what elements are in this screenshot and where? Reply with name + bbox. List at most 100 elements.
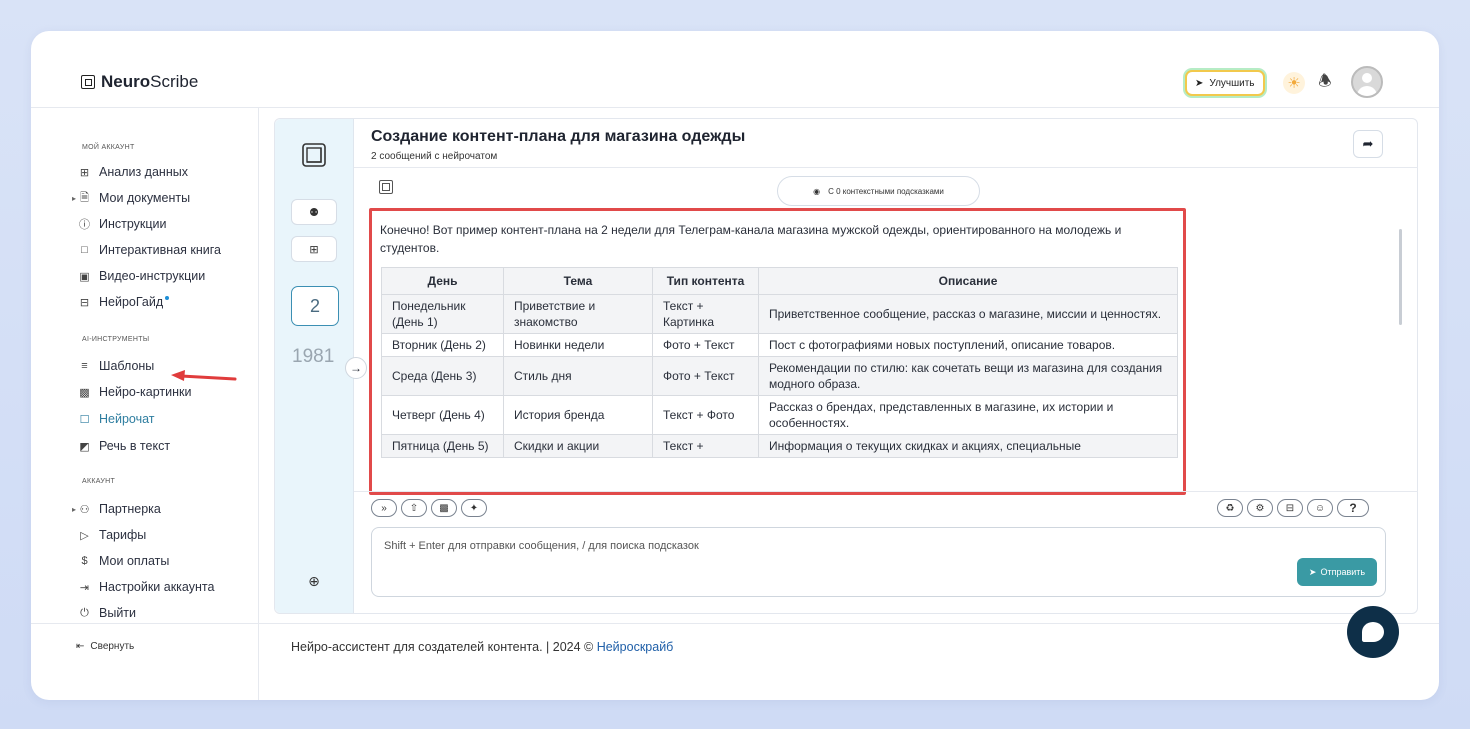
help-icon: ⓘ bbox=[79, 219, 90, 231]
send-label: Отправить bbox=[1320, 567, 1366, 577]
expand-arrow-icon[interactable]: → bbox=[345, 357, 367, 379]
message-scrollbar[interactable] bbox=[1399, 229, 1402, 325]
table-cell: Среда (День 3) bbox=[381, 356, 504, 396]
sidebar-item-label: Тарифы bbox=[99, 528, 147, 542]
footer: Нейро-ассистент для создателей контента.… bbox=[291, 640, 673, 654]
video-icon: ▣ bbox=[79, 270, 90, 283]
sidebar-item-label: Речь в текст bbox=[99, 439, 171, 453]
sidebar-item-my-payments[interactable]: $ Мои оплаты bbox=[78, 552, 169, 570]
column-header: День bbox=[381, 267, 504, 295]
support-chat-button[interactable] bbox=[1347, 606, 1399, 658]
robot-icon[interactable]: ☺ bbox=[1307, 499, 1333, 517]
sidebar-item-video-instructions[interactable]: ▣ Видео-инструкции bbox=[78, 267, 205, 285]
collapse-icon: ⇤ bbox=[76, 641, 85, 652]
user-avatar[interactable] bbox=[1351, 66, 1383, 98]
column-header: Тема bbox=[503, 267, 653, 295]
sidebar-item-neuro-images[interactable]: ▩ Нейро-картинки bbox=[78, 383, 191, 401]
settings-gear-icon[interactable]: ⚙ bbox=[1247, 499, 1273, 517]
table-cell: Пятница (День 5) bbox=[381, 434, 504, 458]
table-cell: Фото + Текст bbox=[652, 356, 759, 396]
send-button[interactable]: ➤ Отправить bbox=[1297, 558, 1377, 586]
image-icon: ▩ bbox=[79, 386, 90, 399]
sidebar-item-data-analysis[interactable]: ⊞ Анализ данных bbox=[78, 163, 188, 181]
sidebar-item-logout[interactable]: ⏻ Выйти bbox=[78, 604, 136, 622]
dollar-icon: $ bbox=[81, 555, 88, 567]
save-icon[interactable]: ⊟ bbox=[1277, 499, 1303, 517]
send-plane-icon: ➤ bbox=[1308, 566, 1317, 577]
image-upload-icon[interactable]: ▩ bbox=[431, 499, 457, 517]
share-button[interactable]: ➦ bbox=[1353, 130, 1383, 158]
app-logo[interactable]: NeuroScribe bbox=[81, 72, 198, 92]
message-input[interactable]: Shift + Enter для отправки сообщения, / … bbox=[371, 527, 1386, 597]
hints-icon: ◉ bbox=[813, 186, 821, 196]
upgrade-label: Улучшить bbox=[1209, 77, 1255, 89]
caret-right-icon: ▸ bbox=[72, 504, 77, 514]
top-bar: NeuroScribe ➤ Улучшить ☀ 🕭 bbox=[31, 31, 1439, 108]
grid-icon: ⊞ bbox=[79, 166, 90, 179]
magic-wand-icon[interactable]: ✦ bbox=[461, 499, 487, 517]
table-cell: Вторник (День 2) bbox=[381, 333, 504, 357]
sidebar-item-label: Нейро-картинки bbox=[99, 385, 192, 399]
users-button[interactable]: ⚉ bbox=[291, 199, 337, 225]
sidebar-item-label: Анализ данных bbox=[99, 165, 188, 179]
collapse-sidebar-button[interactable]: ⇤ Свернуть bbox=[76, 641, 134, 652]
power-icon: ⏻ bbox=[80, 606, 89, 619]
sidebar-item-partners[interactable]: ▸ ⚇ Партнерка bbox=[72, 500, 161, 518]
sidebar-item-label: Нейрочат bbox=[99, 412, 155, 426]
table-header-row: День Тема Тип контента Описание bbox=[381, 267, 1178, 295]
context-hints-pill[interactable]: ◉ С 0 контекстными подсказками bbox=[777, 176, 980, 206]
new-badge-dot bbox=[165, 296, 170, 300]
sidebar-item-speech-to-text[interactable]: ◩ Речь в текст bbox=[78, 437, 170, 455]
section-title-account: АККАУНТ bbox=[82, 478, 116, 485]
sidebar-item-label: Интерактивная книга bbox=[99, 243, 221, 257]
table-row: Пятница (День 5) Скидки и акции Текст + … bbox=[381, 434, 1178, 458]
table-cell: Пост с фотографиями новых поступлений, о… bbox=[758, 333, 1178, 357]
sidebar-item-label: Настройки аккаунта bbox=[99, 580, 215, 594]
document-icon: 🗎 bbox=[80, 191, 89, 204]
table-cell: История бренда bbox=[503, 395, 653, 435]
annotation-arrow bbox=[171, 370, 237, 381]
collapse-down-icon[interactable]: » bbox=[371, 499, 397, 517]
sidebar-item-neurochat[interactable]: ☐ Нейрочат bbox=[78, 410, 155, 428]
help-button[interactable]: ? bbox=[1337, 499, 1369, 517]
left-toolbar: » ⇧ ▩ ✦ bbox=[371, 499, 487, 517]
message-intro: Конечно! Вот пример контент-плана на 2 н… bbox=[380, 223, 1122, 255]
sidebar-item-tariffs[interactable]: ▷ Тарифы bbox=[78, 526, 146, 544]
table-cell: Информация о текущих скидках и акциях, с… bbox=[758, 434, 1178, 458]
plugin-icon[interactable]: ♻ bbox=[1217, 499, 1243, 517]
grid-button[interactable]: ⊞ bbox=[291, 236, 337, 262]
table-cell: Скидки и акции bbox=[503, 434, 653, 458]
users-icon: ⚇ bbox=[79, 503, 90, 516]
theme-toggle-sun-icon[interactable]: ☀ bbox=[1283, 72, 1305, 94]
table-row: Понедельник (День 1) Приветствие и знако… bbox=[381, 294, 1178, 334]
section-title-my-account: МОЙ АККАУНТ bbox=[82, 144, 135, 151]
table-cell: Приветствие и знакомство bbox=[503, 294, 653, 334]
table-row: Вторник (День 2) Новинки недели Фото + Т… bbox=[381, 333, 1178, 357]
sidebar-item-instructions[interactable]: ⓘ Инструкции bbox=[78, 215, 167, 233]
chat-left-column: ⚉ ⊞ 2 1981 → ⊕ bbox=[275, 119, 367, 613]
message-count: 2 bbox=[291, 286, 339, 326]
sidebar-item-label: Видео-инструкции bbox=[99, 269, 206, 283]
app-window: NeuroScribe ➤ Улучшить ☀ 🕭 МОЙ АККАУНТ ⊞… bbox=[31, 31, 1439, 700]
sidebar-item-label: НейроГайд bbox=[99, 295, 164, 309]
notifications-bell-icon[interactable]: 🕭 bbox=[1314, 72, 1336, 94]
table-cell: Новинки недели bbox=[503, 333, 653, 357]
content-plan-table: День Тема Тип контента Описание Понедель… bbox=[381, 267, 1178, 458]
sidebar-item-account-settings[interactable]: ⇥ Настройки аккаунта bbox=[78, 578, 215, 596]
upload-file-icon[interactable]: ⇧ bbox=[401, 499, 427, 517]
sidebar-item-templates[interactable]: ≡ Шаблоны bbox=[78, 357, 154, 375]
sidebar-item-label: Мои оплаты bbox=[99, 554, 170, 568]
table-cell: Четверг (День 4) bbox=[381, 395, 504, 435]
sidebar-item-interactive-book[interactable]: □ Интерактивная книга bbox=[78, 241, 221, 259]
tools-divider bbox=[354, 491, 1418, 492]
upgrade-button[interactable]: ➤ Улучшить bbox=[1185, 70, 1265, 96]
footer-link[interactable]: Нейроскрайб bbox=[597, 640, 674, 654]
sidebar-item-neuroguide[interactable]: ⊟ НейроГайд bbox=[78, 293, 170, 311]
sidebar: МОЙ АККАУНТ ⊞ Анализ данных ▸ 🗎 Мои докумен… bbox=[31, 108, 259, 700]
sidebar-item-my-documents[interactable]: ▸ 🗎 Мои документы bbox=[72, 189, 190, 207]
new-chat-plus-icon[interactable]: ⊕ bbox=[303, 570, 325, 592]
table-cell: Рекомендации по стилю: как сочетать вещи… bbox=[758, 356, 1178, 396]
table-cell: Рассказ о брендах, представленных в мага… bbox=[758, 395, 1178, 435]
share-icon: ➦ bbox=[1362, 136, 1374, 151]
logo-icon bbox=[81, 75, 95, 89]
